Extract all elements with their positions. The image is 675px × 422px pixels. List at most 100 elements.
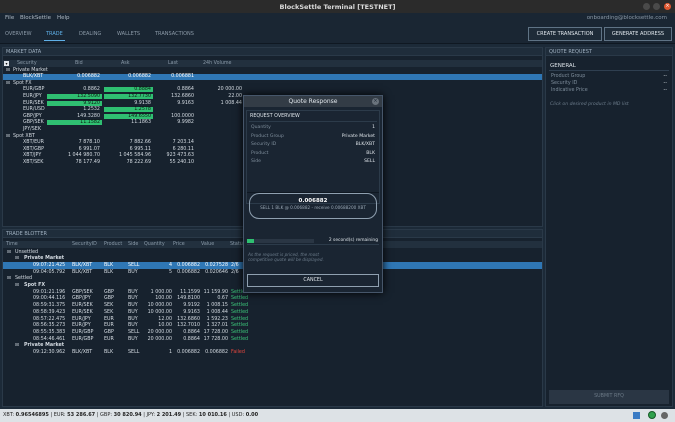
title-bar: BlockSettle Terminal [TESTNET] × <box>0 0 675 13</box>
tab-wallets[interactable]: WALLETS <box>117 31 140 37</box>
cell-ask: 9.9138 <box>134 100 151 106</box>
cell-quantity: 12.00 <box>158 316 172 322</box>
cell-last: 9.9982 <box>177 120 194 126</box>
tab-dealing[interactable]: DEALING <box>79 31 101 37</box>
cell-ask: 11.1863 <box>131 120 151 126</box>
maximize-button[interactable] <box>653 3 660 10</box>
collapse-icon[interactable]: ⊟ <box>7 250 11 255</box>
cell-quantity: 20 000.00 <box>147 329 172 335</box>
blotter-row[interactable]: 08:54:46.461 EUR/GBP EUR BUY 20 000.00 0.8864… <box>3 336 542 343</box>
cell-volume: 22.00 <box>228 93 242 99</box>
field-value: BLK/XBT <box>355 142 375 148</box>
cell-security: GBP/SEK <box>23 120 44 126</box>
cell-security: BLK/XBT <box>72 350 93 355</box>
cell-bid: 7 878.10 <box>78 140 100 146</box>
cell-side: BUY <box>128 323 138 329</box>
collapse-icon[interactable]: ⊟ <box>6 81 10 86</box>
collapse-icon[interactable]: ⊟ <box>15 283 19 288</box>
col-price[interactable]: Price <box>173 242 185 247</box>
cell-status: Settled <box>231 303 249 309</box>
cell-ask: 0.8884 <box>104 87 153 93</box>
collapse-icon[interactable]: ⊟ <box>15 256 19 261</box>
quote-request-panel: QUOTE REQUEST GENERAL Product Group -- Sec… <box>545 47 673 407</box>
generate-address-button[interactable]: GENERATE ADDRESS <box>604 27 672 41</box>
cell-value: 1 008.15 <box>206 303 228 309</box>
col-security[interactable]: Security <box>17 61 37 66</box>
close-button[interactable]: × <box>664 3 671 10</box>
quote-request-title: QUOTE REQUEST <box>546 48 672 56</box>
group-label: Unsettled <box>15 249 39 255</box>
cell-price: 9.9163 <box>183 309 200 315</box>
cell-quantity: 20 000.00 <box>147 336 172 342</box>
col-bid[interactable]: Bid <box>75 61 83 66</box>
cell-price: 0.006882 <box>177 262 200 268</box>
cell-security: GBP/JPY <box>72 296 91 302</box>
col-side[interactable]: Side <box>128 242 138 247</box>
col-ask[interactable]: Ask <box>121 61 130 66</box>
dialog-close-icon[interactable]: × <box>372 98 379 105</box>
col-time[interactable]: Time <box>6 242 18 247</box>
col-value[interactable]: Value <box>201 242 214 247</box>
cell-last: 132.6860 <box>171 93 194 99</box>
menu-blocksettle[interactable]: BlockSettle <box>20 15 51 21</box>
cell-security: BLK/XBT <box>72 269 93 275</box>
cell-product: GBP <box>104 296 114 302</box>
field-value: BLK <box>366 150 375 156</box>
blotter-row[interactable]: 08:57:22.475 EUR/JPY EUR BUY 12.00 132.6860 1 … <box>3 316 542 323</box>
minimize-button[interactable] <box>643 3 650 10</box>
collapse-icon[interactable]: ⊟ <box>6 134 10 139</box>
blotter-group-row[interactable]: ⊟ Private Market <box>3 343 542 350</box>
field-value: -- <box>663 88 667 93</box>
collapse-icon[interactable]: ⊟ <box>6 68 10 73</box>
menu-help[interactable]: Help <box>57 15 70 21</box>
group-label: Spot FX <box>13 80 32 86</box>
time-remaining: 2 second(s) remaining <box>328 238 378 243</box>
col-security-id[interactable]: SecurityID <box>72 242 97 247</box>
cell-value: 0.027528 <box>205 262 228 268</box>
cell-value: 17 728.00 <box>203 329 228 335</box>
market-row[interactable]: BLK/XBT 0.006882 0.006882 0.006881 <box>3 73 542 81</box>
cell-security: GBP/SEK <box>72 289 93 295</box>
field-value: -- <box>663 74 667 79</box>
blotter-row[interactable]: 08:56:35.273 EUR/JPY EUR BUY 10.00 132.7010 1 … <box>3 323 542 330</box>
cancel-button[interactable]: CANCEL <box>247 274 379 287</box>
tab-transactions[interactable]: TRANSACTIONS <box>155 31 194 37</box>
cell-ask: 7 882.66 <box>129 140 151 146</box>
cell-product: SEK <box>104 309 114 315</box>
field-label: Indicative Price <box>551 88 588 93</box>
group-label: Spot XBT <box>13 133 35 139</box>
tab-overview[interactable]: OVERVIEW <box>5 31 32 37</box>
cell-value: 11 159.90 <box>203 289 228 295</box>
create-transaction-button[interactable]: CREATE TRANSACTION <box>528 27 602 41</box>
cell-quantity: 10 000.00 <box>147 303 172 309</box>
time-progress-fill <box>247 239 254 243</box>
col-last[interactable]: Last <box>168 61 178 66</box>
cell-security: EUR/USD <box>23 107 45 113</box>
blotter-row[interactable]: 08:55:35.383 EUR/GBP GBP SELL 20 000.00 0.886… <box>3 329 542 336</box>
col-product[interactable]: Product <box>104 242 122 247</box>
cell-bid: 0.006882 <box>77 74 100 80</box>
cell-product: SEK <box>104 303 114 309</box>
market-row[interactable]: EUR/GBP 0.8862 0.8884 0.8864 20 000.00 <box>3 87 542 94</box>
blotter-row[interactable]: 09:00:44.116 GBP/JPY GBP BUY 100.00 149.8100 0… <box>3 296 542 303</box>
tab-trade[interactable]: TRADE <box>44 31 65 41</box>
menu-file[interactable]: File <box>5 15 14 21</box>
cell-security: EUR/SEK <box>72 309 93 315</box>
blotter-row[interactable]: 09:12:30.962 BLK/XBT BLK SELL 1 0.006882 0.006… <box>3 350 542 357</box>
cell-quantity: 10.00 <box>158 323 172 329</box>
blotter-row[interactable]: 08:58:39.423 EUR/SEK SEK BUY 10 000.00 9.9163… <box>3 309 542 316</box>
cell-status: Failed <box>231 350 245 355</box>
submit-rfq-button[interactable]: SUBMIT RFQ <box>549 390 669 404</box>
col-24h-volume[interactable]: 24h Volume <box>203 61 232 66</box>
col-quantity[interactable]: Quantity <box>144 242 165 247</box>
collapse-all-icon[interactable]: ▾ <box>4 61 9 66</box>
cell-security: XBT/GBP <box>23 146 45 152</box>
field-label: Product Group <box>551 74 586 79</box>
collapse-icon[interactable]: ⊟ <box>7 276 11 281</box>
cell-time: 09:04:05.792 <box>33 269 66 275</box>
market-group-row[interactable]: ⊟ Private Market <box>3 67 542 74</box>
blotter-row[interactable]: 08:59:31.375 EUR/SEK SEK BUY 10 000.00 9.9192… <box>3 303 542 310</box>
cell-bid: 1 044 980.70 <box>67 153 100 159</box>
collapse-icon[interactable]: ⊟ <box>15 343 19 348</box>
market-group-row[interactable]: ⊟ Spot FX <box>3 80 542 87</box>
